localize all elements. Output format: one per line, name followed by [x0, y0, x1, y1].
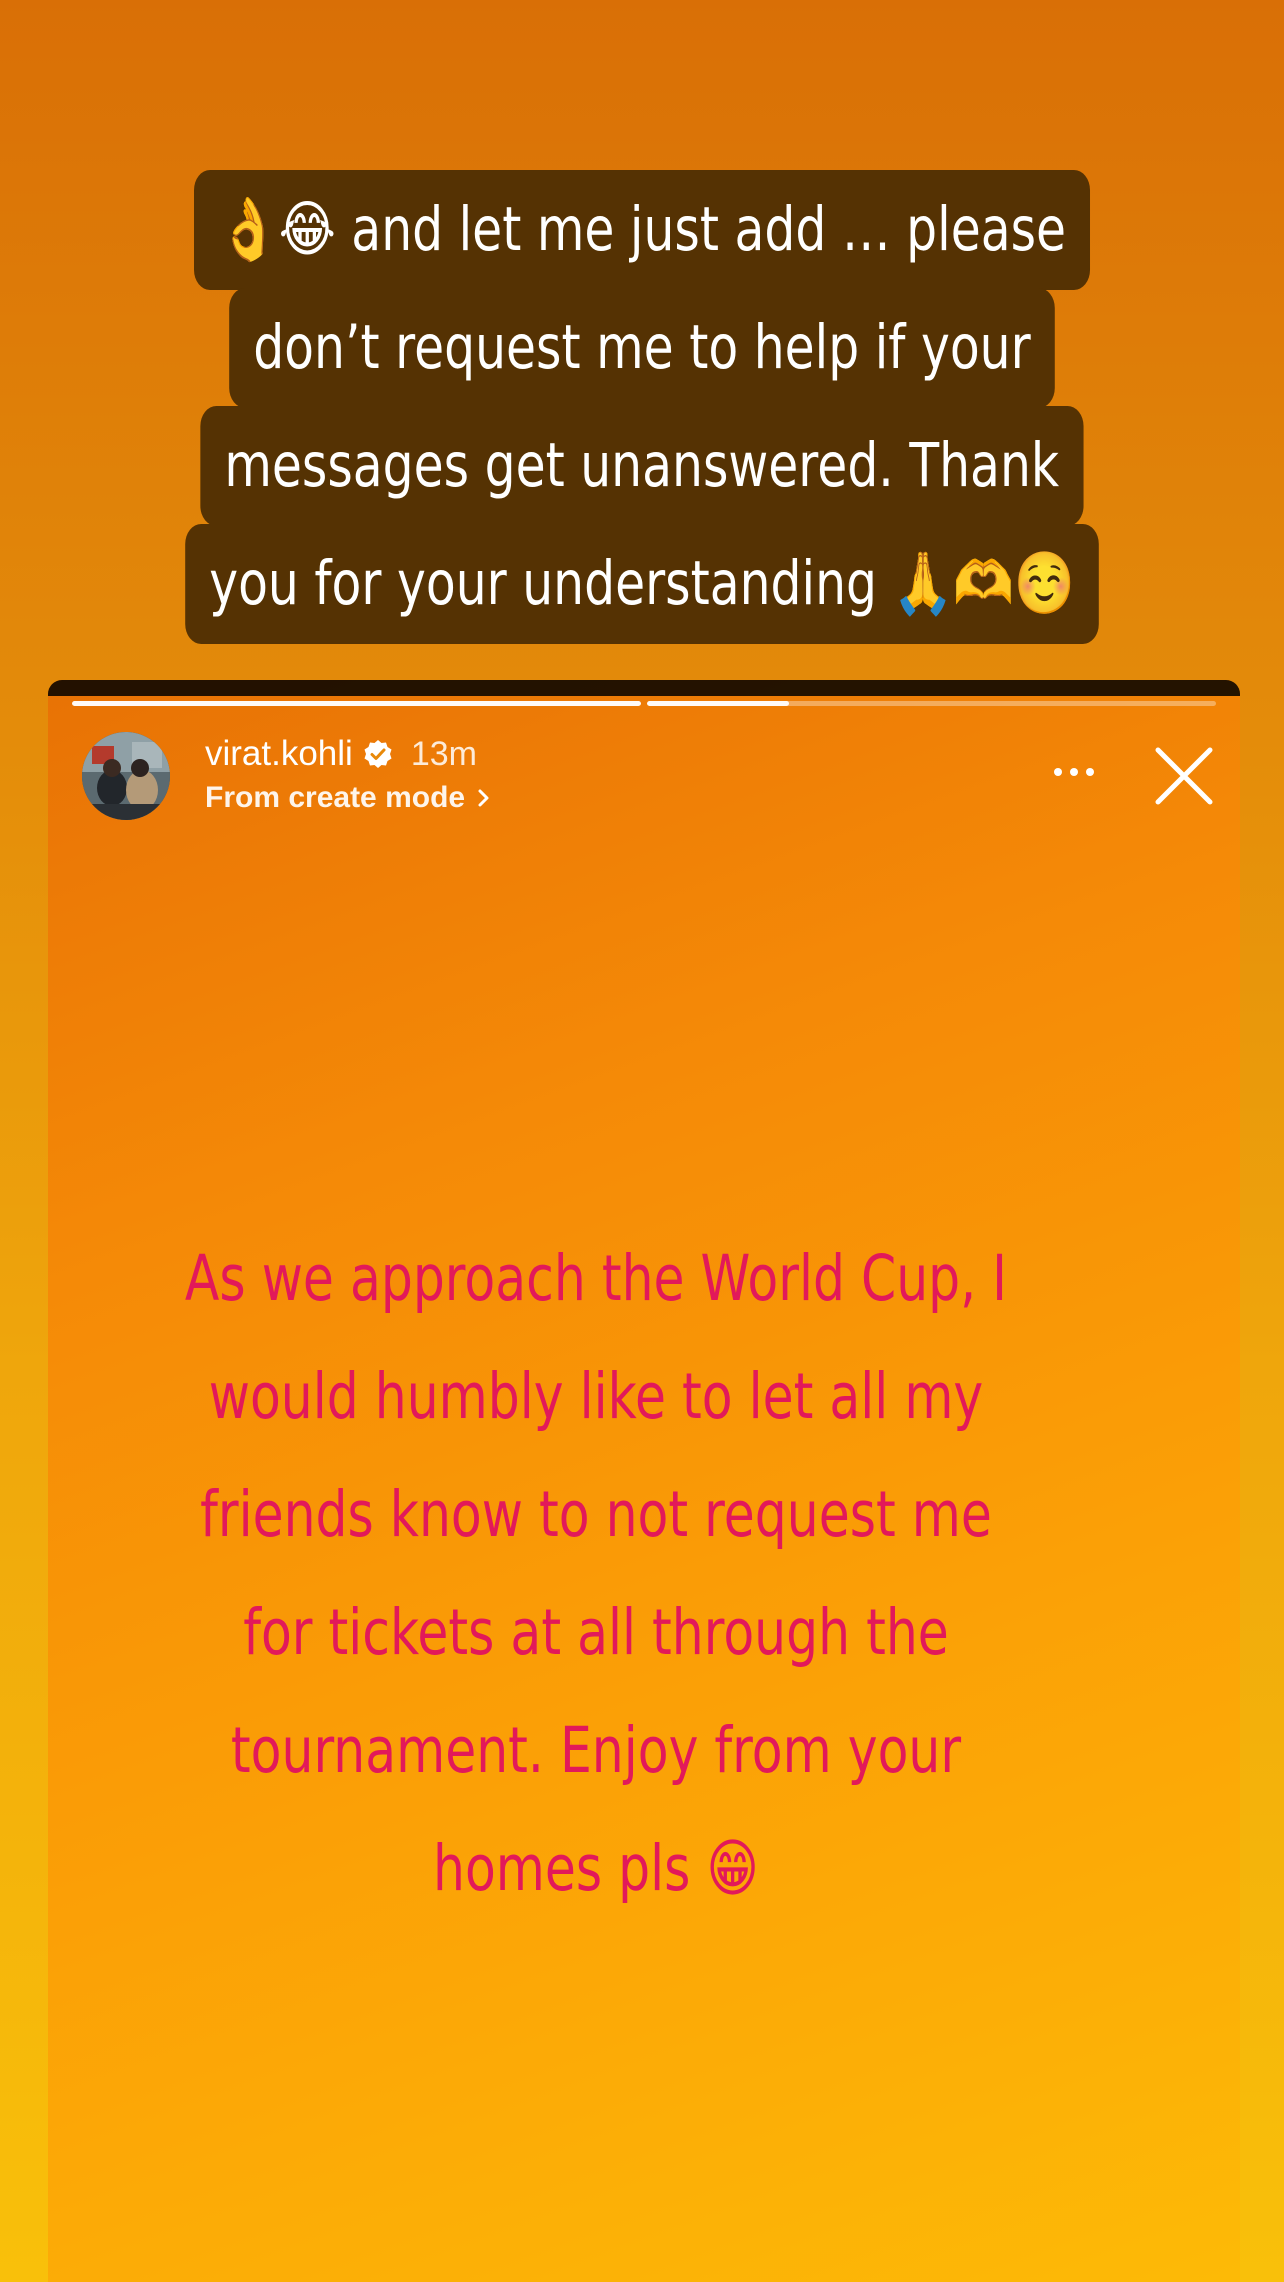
story-subtitle[interactable]: From create mode	[205, 778, 493, 818]
story-text-line: friends know to not request me	[200, 1478, 992, 1551]
story-progress	[72, 701, 1216, 706]
avatar-photo	[82, 732, 170, 820]
caption-line: you for your understanding 🙏🫶☺️	[185, 524, 1099, 644]
close-icon	[1155, 747, 1213, 805]
story-top-edge	[48, 680, 1240, 696]
progress-segment	[647, 701, 1216, 706]
progress-fill	[72, 701, 641, 706]
more-options-icon	[1054, 768, 1094, 776]
caption-line: 👌😂 and let me just add … please	[193, 170, 1091, 290]
verified-badge-icon	[363, 739, 393, 769]
progress-segment	[72, 701, 641, 706]
post-time: 13m	[410, 734, 477, 773]
story-text-line: for tickets at all through the	[243, 1596, 949, 1669]
story-text-line: homes pls 😁	[433, 1832, 759, 1905]
username[interactable]: virat.kohli	[205, 734, 353, 774]
more-options-button[interactable]	[1046, 752, 1102, 792]
story-text-line: tournament. Enjoy from your	[230, 1714, 962, 1787]
caption-line: don’t request me to help if your	[229, 288, 1055, 408]
progress-fill	[647, 701, 790, 706]
avatar[interactable]	[82, 732, 170, 820]
story-text-line: would humbly like to let all my	[208, 1360, 984, 1433]
story-text-line: As we approach the World Cup, I	[184, 1242, 1008, 1315]
close-button[interactable]	[1152, 744, 1216, 808]
chevron-right-icon	[475, 787, 493, 809]
story-user-line: virat.kohli 13m	[205, 732, 477, 776]
story-text: As we approach the World Cup, I would hu…	[60, 1220, 1132, 1928]
story-text-block: As we approach the World Cup, I would hu…	[167, 1220, 1025, 1928]
caption: 👌😂 and let me just add … please don’t re…	[0, 170, 1284, 644]
caption-line: messages get unanswered. Thank	[200, 406, 1084, 526]
create-mode-label: From create mode	[205, 781, 466, 814]
